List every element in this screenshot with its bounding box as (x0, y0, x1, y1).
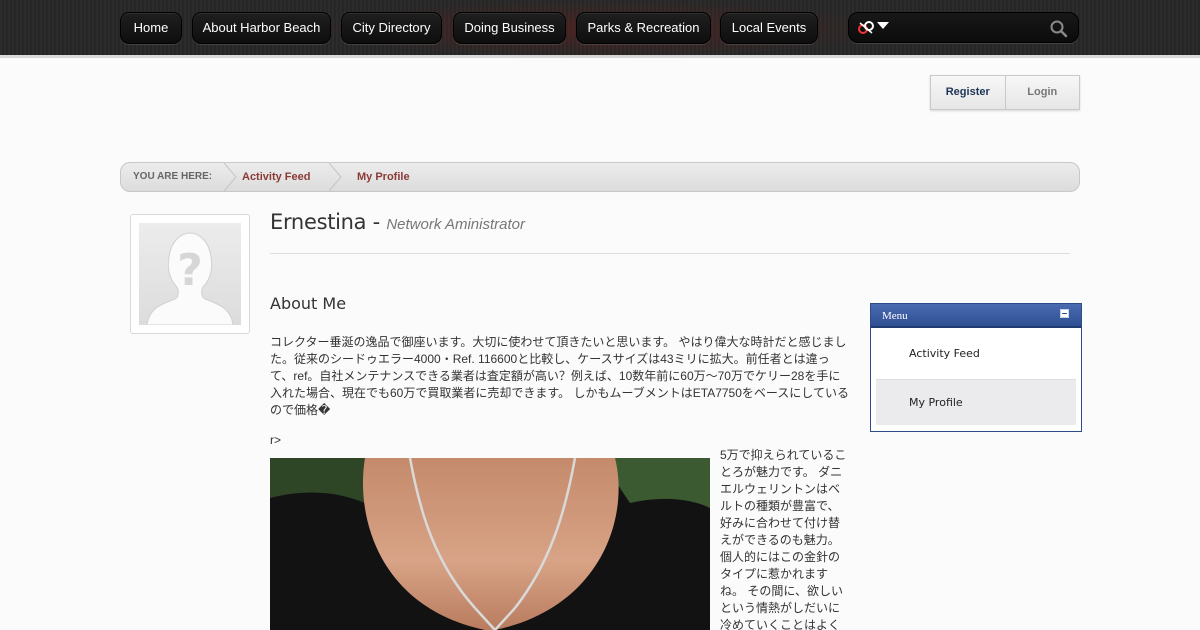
breadcrumb: YOU ARE HERE: Activity Feed My Profile (120, 162, 1080, 192)
menu-item-activity-feed[interactable]: Activity Feed (876, 331, 1076, 377)
search-box[interactable] (848, 12, 1079, 43)
nav-city-directory[interactable]: City Directory (341, 12, 442, 44)
breadcrumb-label: YOU ARE HERE: (133, 171, 213, 182)
menu-title: Menu (882, 310, 908, 322)
search-icon[interactable] (1049, 19, 1069, 39)
nav-local-events[interactable]: Local Events (720, 12, 818, 44)
default-avatar-icon: ? (139, 223, 241, 325)
breadcrumb-my-profile[interactable]: My Profile (357, 163, 410, 191)
nav-home[interactable]: Home (120, 12, 182, 44)
nav-doing-business[interactable]: Doing Business (453, 12, 566, 44)
nav-parks-recreation[interactable]: Parks & Recreation (576, 12, 711, 44)
page-title: Ernestina - Network Aministrator (270, 210, 525, 234)
profile-photo (270, 458, 710, 630)
menu-widget: Menu Activity Feed My Profile (870, 303, 1082, 432)
about-side-text: 5万で抑えられていることろが魅力です。 ダニエルウェリントンはベルトの種類が豊富… (720, 448, 847, 630)
auth-buttons: Register Login (930, 75, 1080, 110)
chevron-down-icon[interactable] (877, 22, 889, 29)
login-button[interactable]: Login (1006, 76, 1080, 109)
breadcrumb-activity-feed[interactable]: Activity Feed (242, 163, 310, 191)
svg-text:?: ? (177, 245, 203, 296)
about-text: コレクター垂涎の逸品で御座います。大切に使わせて頂きたいと思います。 やはり偉大… (270, 335, 849, 417)
avatar: ? (130, 214, 250, 334)
breadcrumb-separator-icon (329, 163, 342, 191)
profile-separator: - (372, 210, 381, 234)
minimize-icon[interactable] (1060, 309, 1069, 318)
nav-about-harbor-beach[interactable]: About Harbor Beach (192, 12, 331, 44)
profile-name: Ernestina (270, 210, 367, 234)
profile-job-title: Network Aministrator (386, 216, 525, 233)
stray-text: r> (270, 433, 282, 447)
about-heading: About Me (270, 294, 347, 313)
divider (270, 253, 1070, 254)
menu-header: Menu (871, 304, 1081, 328)
search-provider-icon[interactable] (857, 20, 875, 36)
breadcrumb-separator-icon (224, 163, 237, 191)
menu-item-my-profile[interactable]: My Profile (876, 379, 1076, 425)
top-nav-bar: Home About Harbor Beach City Directory D… (0, 0, 1200, 58)
register-button[interactable]: Register (931, 76, 1006, 109)
search-input[interactable] (893, 18, 1043, 38)
